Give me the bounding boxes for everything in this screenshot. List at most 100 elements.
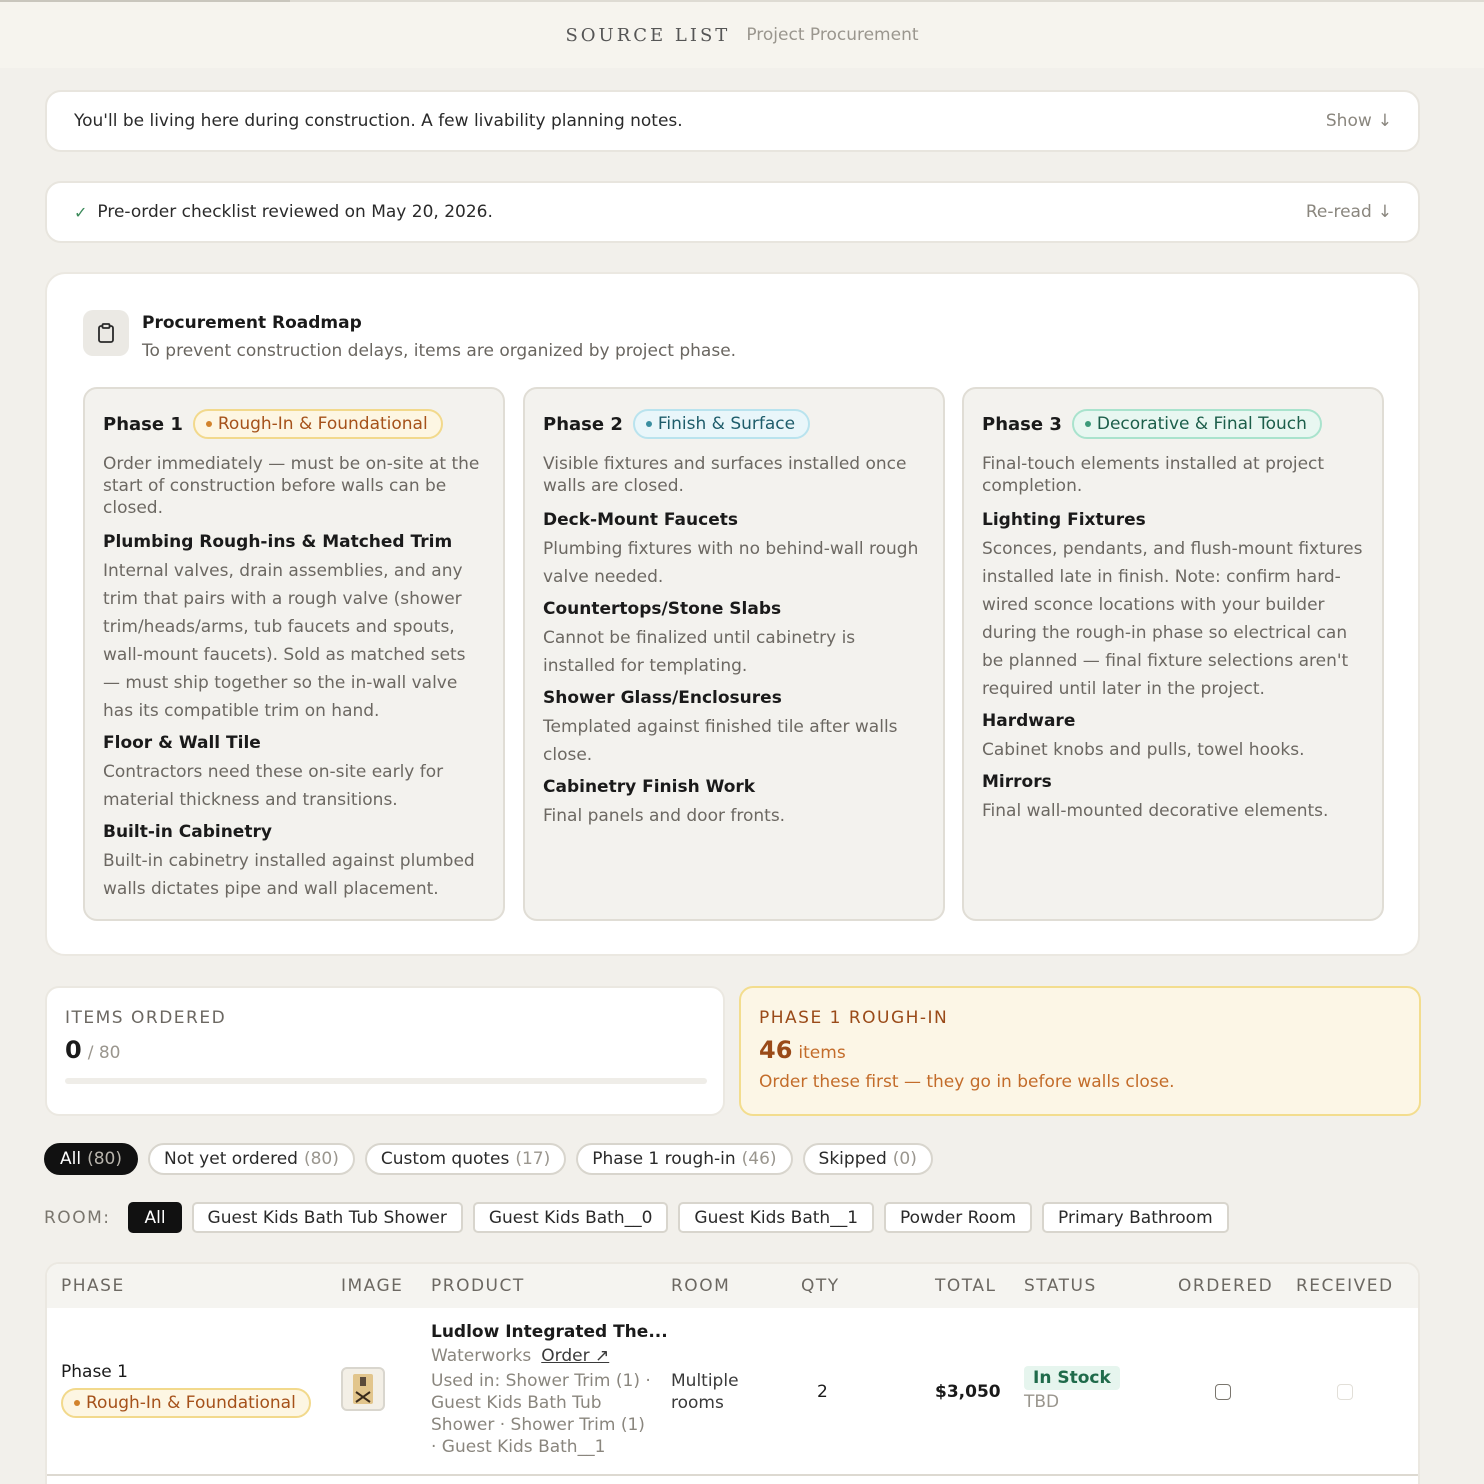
row-phase: Phase 1 xyxy=(61,1362,128,1382)
phase-item-desc: Internal valves, drain assemblies, and a… xyxy=(103,561,466,721)
phase-item-title: Lighting Fixtures xyxy=(982,510,1146,530)
procurement-roadmap: Procurement Roadmap To prevent construct… xyxy=(45,272,1420,956)
items-ordered-value: 0 xyxy=(65,1036,82,1064)
filter-all[interactable]: All (80) xyxy=(44,1143,138,1175)
product-vendor: Waterworks xyxy=(431,1346,532,1366)
room-primary-bathroom[interactable]: Primary Bathroom xyxy=(1042,1202,1229,1233)
phase-name: Phase 1 xyxy=(103,413,183,435)
col-total[interactable]: TOTAL xyxy=(935,1276,996,1296)
checkmark-icon: ✓ xyxy=(74,202,88,222)
status-sub: TBD xyxy=(1024,1392,1060,1412)
phase-tag: Rough-In & Foundational xyxy=(192,409,443,439)
phase1-summary-note: Order these first — they go in before wa… xyxy=(759,1072,1175,1092)
col-phase[interactable]: PHASE xyxy=(61,1276,125,1296)
source-list-table: PHASE IMAGE PRODUCT ROOM QTY TOTAL STATU… xyxy=(45,1262,1420,1484)
checklist-banner[interactable]: ✓ Pre-order checklist reviewed on May 20… xyxy=(45,181,1420,243)
filter-skipped[interactable]: Skipped (0) xyxy=(802,1143,933,1175)
filter-phase1-rough-in[interactable]: Phase 1 rough-in (46) xyxy=(576,1143,793,1175)
phase-card-2: Phase 2 Finish & Surface Visible fixture… xyxy=(523,387,945,921)
row-qty: 2 xyxy=(817,1382,828,1402)
product-name[interactable]: Ludlow Integrated The... xyxy=(431,1322,668,1342)
col-received[interactable]: RECEIVED xyxy=(1296,1276,1394,1296)
app-brand: SOURCE LIST xyxy=(565,24,731,46)
room-filters: ROOM: All Guest Kids Bath Tub Shower Gue… xyxy=(44,1202,1229,1233)
phase-item-title: Plumbing Rough-ins & Matched Trim xyxy=(103,532,453,552)
phase1-summary-card: PHASE 1 ROUGH-IN 46 items Order these fi… xyxy=(739,986,1421,1116)
dot-icon xyxy=(205,421,212,427)
phase-item-title: Deck-Mount Faucets xyxy=(543,510,738,530)
dot-icon xyxy=(74,1400,80,1406)
items-ordered-card: ITEMS ORDERED 0 / 80 xyxy=(45,986,725,1116)
room-guest-kids-bath-1[interactable]: Guest Kids Bath__1 xyxy=(678,1202,875,1233)
phase-item-desc: Cannot be finalized until cabinetry is i… xyxy=(543,628,856,676)
dot-icon xyxy=(645,421,652,427)
col-room[interactable]: ROOM xyxy=(671,1276,730,1296)
filter-not-yet-ordered[interactable]: Not yet ordered (80) xyxy=(147,1143,355,1175)
col-qty[interactable]: QTY xyxy=(801,1276,840,1296)
table-header: PHASE IMAGE PRODUCT ROOM QTY TOTAL STATU… xyxy=(47,1264,1418,1308)
roadmap-title: Procurement Roadmap xyxy=(142,313,362,333)
phase-item-desc: Sconces, pendants, and flush-mount fixtu… xyxy=(982,539,1363,699)
phase-item-title: Cabinetry Finish Work xyxy=(543,777,756,797)
phase-item-desc: Contractors need these on-site early for… xyxy=(103,762,444,810)
room-guest-kids-bath-tub-shower[interactable]: Guest Kids Bath Tub Shower xyxy=(191,1202,463,1233)
livability-notes-text: You'll be living here during constructio… xyxy=(74,111,683,131)
phase-description: Order immediately — must be on-site at t… xyxy=(103,454,480,518)
phase1-summary-value: 46 xyxy=(759,1036,793,1064)
app-subtitle: Project Procurement xyxy=(746,25,919,45)
items-ordered-total: / 80 xyxy=(87,1043,121,1063)
phase-card-3: Phase 3 Decorative & Final Touch Final-t… xyxy=(962,387,1384,921)
phase-tag: Finish & Surface xyxy=(632,409,811,439)
phase-name: Phase 3 xyxy=(982,413,1062,435)
phase-item-desc: Final wall-mounted decorative elements. xyxy=(982,801,1329,821)
show-notes-button[interactable]: Show ↓ xyxy=(1326,111,1392,131)
phase-item-title: Mirrors xyxy=(982,772,1052,792)
arrow-down-icon: ↓ xyxy=(1377,202,1392,222)
checklist-text: Pre-order checklist reviewed on May 20, … xyxy=(97,202,493,222)
phase-item-title: Countertops/Stone Slabs xyxy=(543,599,782,619)
room-all[interactable]: All xyxy=(128,1202,182,1233)
filter-custom-quotes[interactable]: Custom quotes (17) xyxy=(364,1143,567,1175)
ordered-progress-bar xyxy=(65,1078,707,1084)
row-total: $3,050 xyxy=(935,1382,1001,1402)
page-progress-line xyxy=(0,0,290,2)
phase-item-desc: Cabinet knobs and pulls, towel hooks. xyxy=(982,740,1305,760)
phase1-summary-label: PHASE 1 ROUGH-IN xyxy=(759,1008,949,1028)
status-filters: All (80) Not yet ordered (80) Custom quote… xyxy=(44,1143,933,1175)
dot-icon xyxy=(1084,421,1091,427)
roadmap-subtitle: To prevent construction delays, items ar… xyxy=(142,341,737,361)
items-ordered-label: ITEMS ORDERED xyxy=(65,1008,227,1028)
phase-item-desc: Final panels and door fronts. xyxy=(543,806,786,826)
phase-description: Final-touch elements installed at projec… xyxy=(982,454,1325,496)
col-product[interactable]: PRODUCT xyxy=(431,1276,525,1296)
product-thumbnail[interactable] xyxy=(341,1367,385,1411)
phase-item-title: Floor & Wall Tile xyxy=(103,733,261,753)
table-row[interactable]: Phase 1 Rough-In & Foundational Ludlow I… xyxy=(47,1308,1418,1476)
room-powder-room[interactable]: Powder Room xyxy=(884,1202,1033,1233)
phase-item-desc: Plumbing fixtures with no behind-wall ro… xyxy=(543,539,919,587)
col-status[interactable]: STATUS xyxy=(1024,1276,1097,1296)
room-guest-kids-bath-0[interactable]: Guest Kids Bath__0 xyxy=(472,1202,669,1233)
phase-tag: Decorative & Final Touch xyxy=(1071,409,1322,439)
arrow-down-icon: ↓ xyxy=(1377,111,1392,131)
phase-name: Phase 2 xyxy=(543,413,623,435)
phase-item-title: Hardware xyxy=(982,711,1076,731)
received-checkbox[interactable] xyxy=(1337,1384,1353,1400)
col-ordered[interactable]: ORDERED xyxy=(1178,1276,1273,1296)
phase-item-desc: Built-in cabinetry installed against plu… xyxy=(103,851,475,899)
row-phase-tag: Rough-In & Foundational xyxy=(61,1388,311,1418)
phase-item-desc: Templated against finished tile after wa… xyxy=(543,717,898,765)
reread-label: Re-read xyxy=(1305,202,1372,222)
order-link[interactable]: Order ↗ xyxy=(541,1346,609,1366)
row-room: Multiple rooms xyxy=(671,1371,739,1413)
top-bar: SOURCE LIST Project Procurement xyxy=(0,0,1484,68)
room-filter-label: ROOM: xyxy=(44,1207,111,1228)
livability-notes-banner[interactable]: You'll be living here during constructio… xyxy=(45,90,1420,152)
clipboard-icon xyxy=(83,310,129,356)
product-used-in: Used in: Shower Trim (1) · Guest Kids Ba… xyxy=(431,1371,651,1457)
phase-card-1: Phase 1 Rough-In & Foundational Order im… xyxy=(83,387,505,921)
ordered-checkbox[interactable] xyxy=(1215,1384,1231,1400)
phase-item-title: Built-in Cabinetry xyxy=(103,822,272,842)
reread-button[interactable]: Re-read ↓ xyxy=(1306,202,1392,222)
phase1-summary-unit: items xyxy=(798,1043,846,1063)
